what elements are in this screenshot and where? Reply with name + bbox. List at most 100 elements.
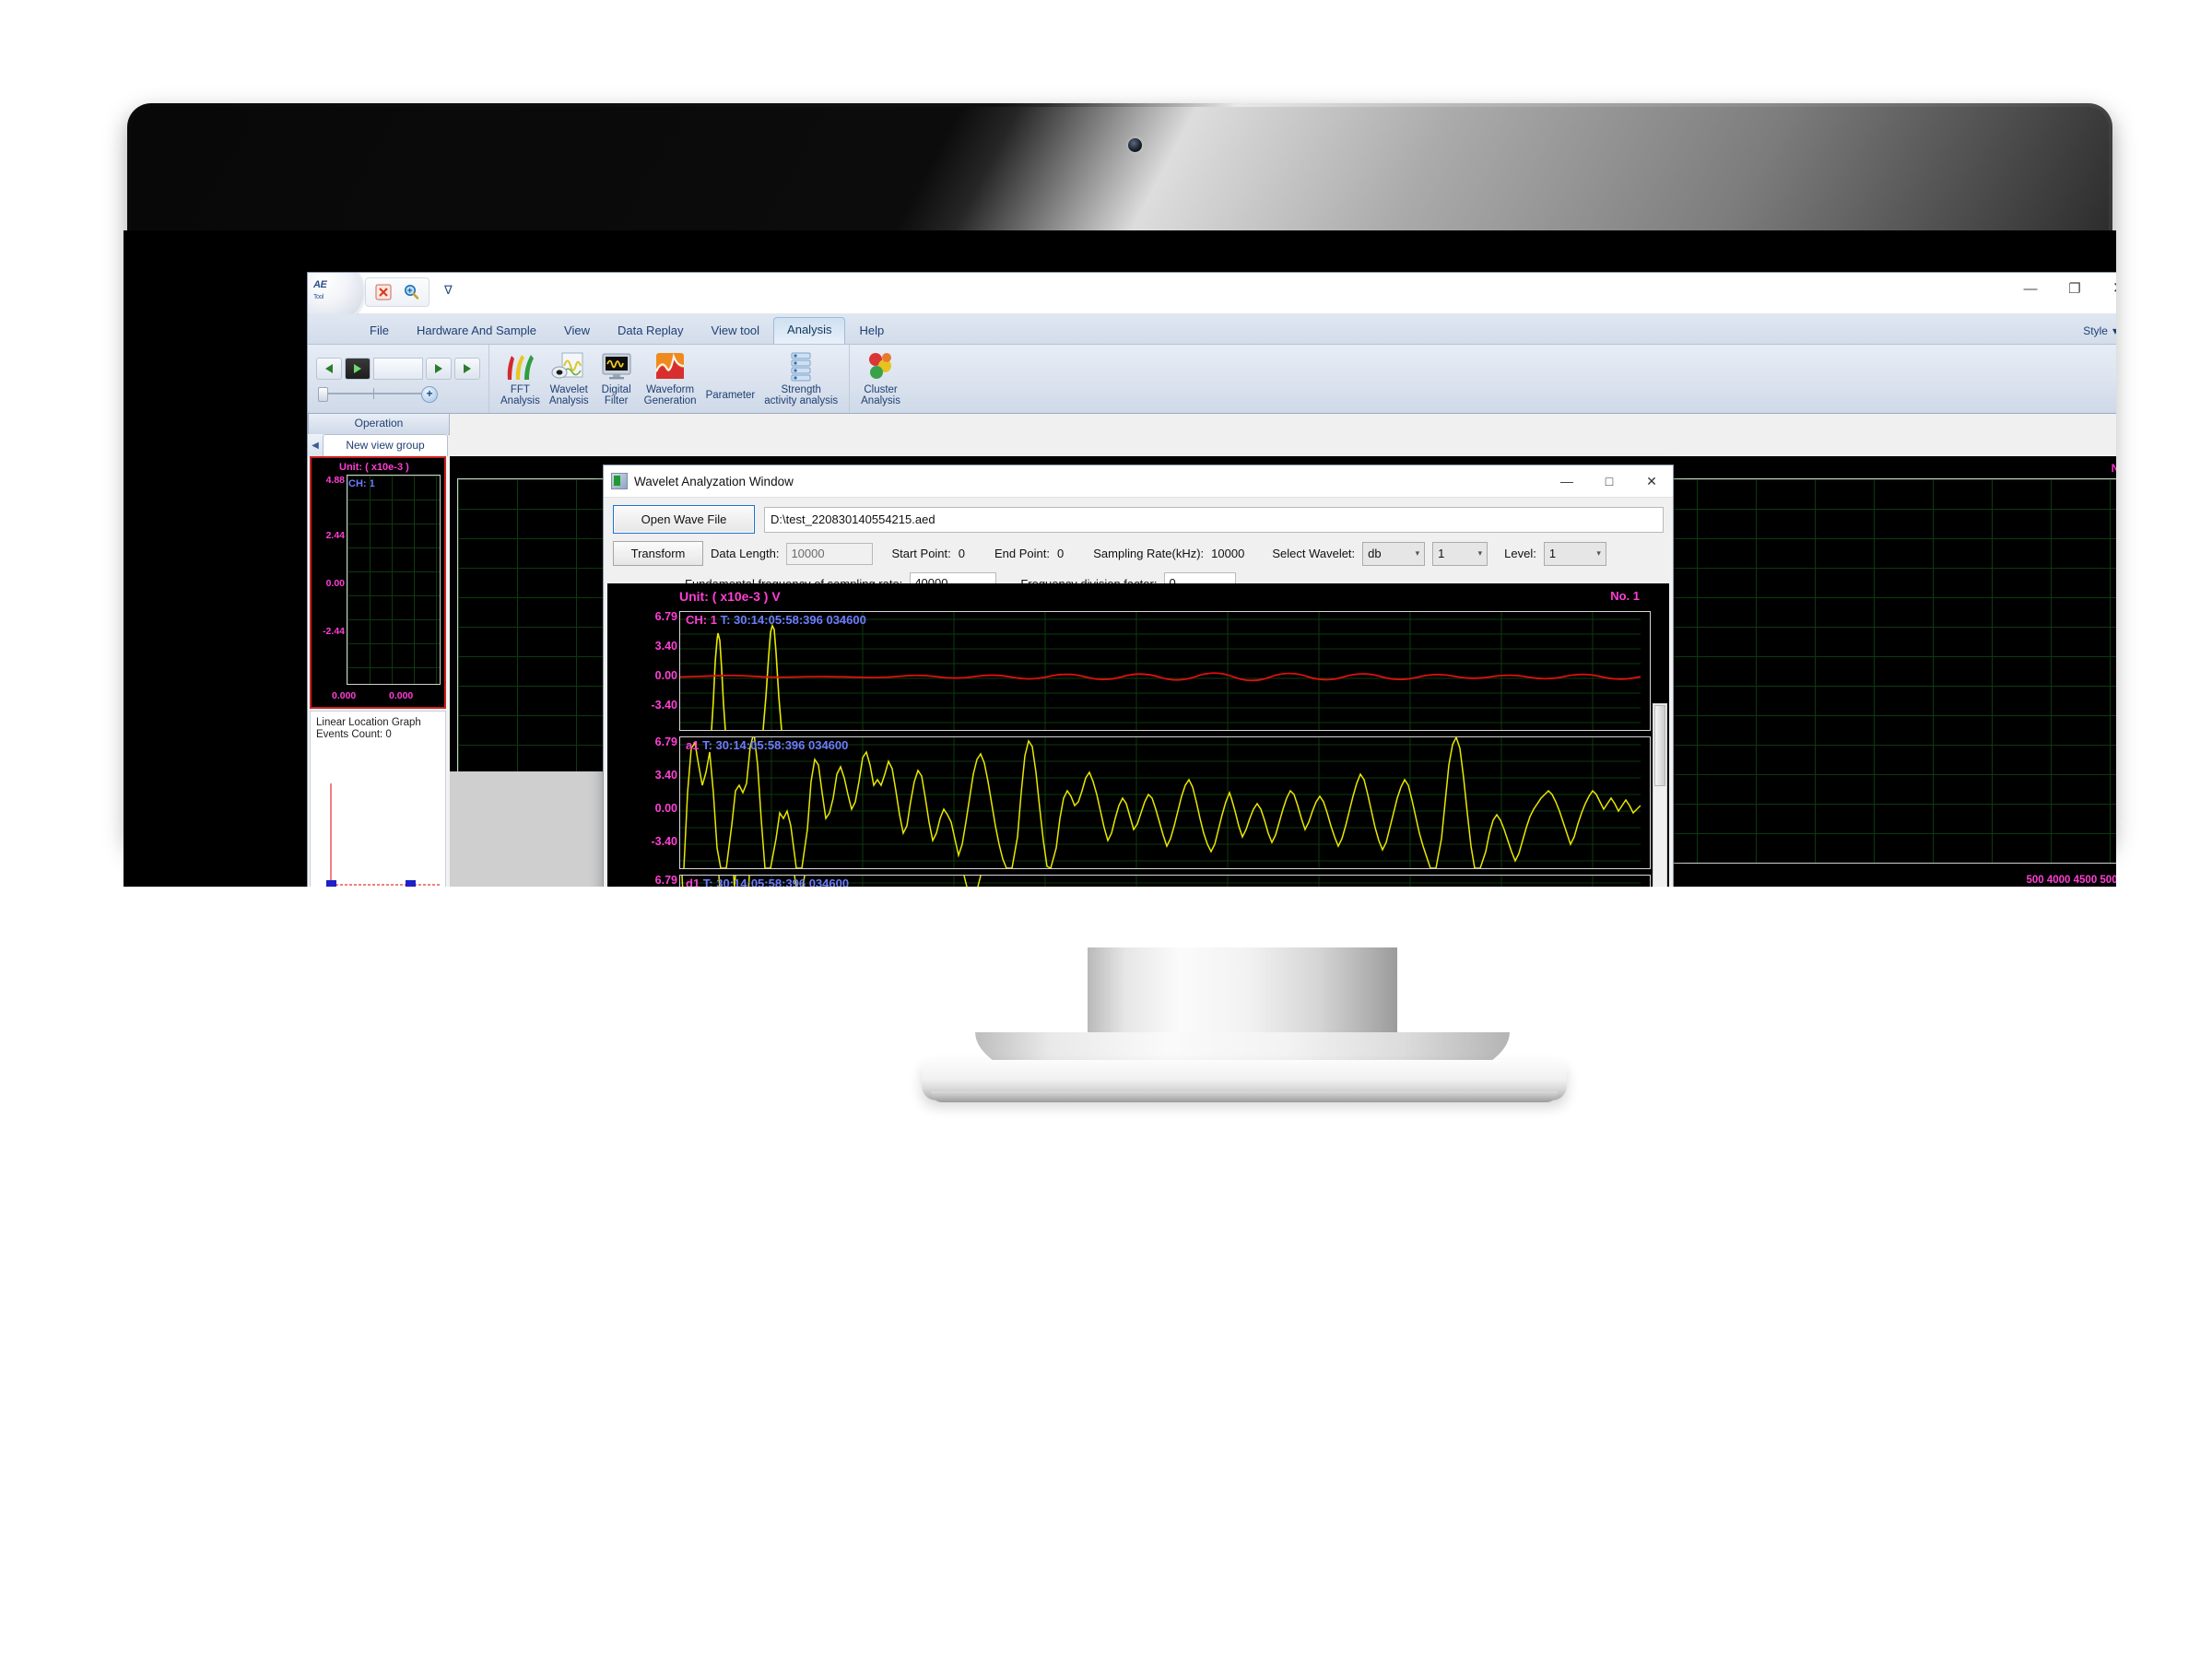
select-wavelet-label: Select Wavelet: xyxy=(1272,547,1356,560)
slider-plus-icon[interactable]: + xyxy=(421,385,438,403)
menubar: File Hardware And Sample View Data Repla… xyxy=(308,314,2116,345)
slider-knob[interactable] xyxy=(318,386,328,402)
file-path-field[interactable]: D:\test_220830140554215.aed xyxy=(764,506,1664,533)
menu-help[interactable]: Help xyxy=(845,318,898,344)
level-label: Level: xyxy=(1504,547,1536,560)
open-wave-file-button[interactable]: Open Wave File xyxy=(613,505,755,534)
data-length-input[interactable]: 10000 xyxy=(786,542,874,565)
tab-scroll-left-icon[interactable]: ◀ xyxy=(308,441,323,451)
wavelet-family-value: db xyxy=(1368,547,1382,560)
app-logo-text: AE Tool xyxy=(313,280,352,306)
left-chart-ytick-2: 0.00 xyxy=(325,578,345,589)
tool-waveform-generation[interactable]: Waveform Generation xyxy=(640,349,701,408)
app-titlebar: AE Tool ∇ — ❐ ✕ xyxy=(308,273,2116,324)
play-next-icon[interactable] xyxy=(454,357,480,380)
dialog-body: Open Wave File D:\test_220830140554215.a… xyxy=(604,498,1673,594)
panel-signal-plot xyxy=(680,612,1641,730)
panel-a1[interactable]: a1 T: 30:14:05:58:396 034600 xyxy=(679,736,1651,869)
transform-button[interactable]: Transform xyxy=(613,541,703,566)
ytick-signal-0: 6.79 xyxy=(654,610,677,623)
tool-digital-filter[interactable]: Digital Filter xyxy=(594,349,640,408)
plot-scrollbar-thumb[interactable] xyxy=(1654,705,1665,786)
transform-row: Transform Data Length: 10000 Start Point… xyxy=(613,541,1664,566)
tool-parameter[interactable]: Parameter xyxy=(701,355,760,403)
menu-view[interactable]: View xyxy=(550,318,604,344)
ytick-a1-1: 3.40 xyxy=(654,769,677,782)
tool-waveform-label-1: Waveform xyxy=(646,384,695,395)
close-button[interactable]: ✕ xyxy=(2098,275,2116,302)
tool-wavelet-analysis[interactable]: Wavelet Analysis xyxy=(545,349,594,408)
menu-data-replay[interactable]: Data Replay xyxy=(604,318,698,344)
tool-fft-label-2: Analysis xyxy=(500,395,540,406)
ytick-signal-3: -3.40 xyxy=(651,699,678,712)
level-select[interactable]: 1 ▾ xyxy=(1543,541,1606,566)
menu-analysis[interactable]: Analysis xyxy=(773,317,846,344)
panel-a1-time: T: 30:14:05:58:396 034600 xyxy=(702,738,849,752)
quick-access-toolbar xyxy=(365,277,429,307)
ytick-a1-3: -3.40 xyxy=(651,835,678,848)
chevron-down-icon[interactable]: ▾ xyxy=(2112,324,2116,337)
panel-d1-label: d1 T: 30:14:05:58:396 034600 xyxy=(686,877,849,887)
menu-view-tool[interactable]: View tool xyxy=(698,318,774,344)
sampling-rate-value: 10000 xyxy=(1211,547,1245,560)
dialog-title-text: Wavelet Analyzation Window xyxy=(634,474,794,488)
menu-file[interactable]: File xyxy=(356,318,403,344)
ribbon-group-cluster: Cluster Analysis xyxy=(850,345,912,413)
panel-signal-label: CH: 1 T: 30:14:05:58:396 034600 xyxy=(686,613,866,627)
linear-location-graph[interactable]: Linear Location Graph Events Count: 0 1 … xyxy=(310,711,446,887)
tool-cluster-analysis[interactable]: Cluster Analysis xyxy=(856,349,905,408)
menu-hardware-and-sample[interactable]: Hardware And Sample xyxy=(403,318,550,344)
tool-digital-label-2: Filter xyxy=(604,395,629,406)
panel-signal[interactable]: CH: 1 T: 30:14:05:58:396 034600 xyxy=(679,611,1651,731)
play-forward-icon[interactable] xyxy=(426,357,452,380)
left-chart-unit: Unit: ( x10e-3 ) xyxy=(339,462,409,473)
menubar-right: Style ▾ ? xyxy=(2083,323,2116,338)
llg-plot xyxy=(326,783,441,887)
panel-d1-time: T: 30:14:05:58:396 034600 xyxy=(702,877,850,887)
close-red-icon[interactable] xyxy=(371,280,395,304)
ytick-a1-2: 0.00 xyxy=(654,802,677,815)
chevron-down-icon: ▾ xyxy=(1477,548,1483,558)
wavelet-order-select[interactable]: 1 ▾ xyxy=(1432,541,1488,566)
play-back-icon[interactable] xyxy=(316,357,342,380)
qat-dropdown-icon[interactable]: ∇ xyxy=(444,283,453,298)
ytick-lane-signal: 6.79 3.40 0.00 -3.40 xyxy=(607,610,678,731)
panel-d1[interactable]: d1 T: 30:14:05:58:396 034600 xyxy=(679,875,1651,887)
panel-signal-time: T: 30:14:05:58:396 034600 xyxy=(720,613,866,627)
style-label[interactable]: Style xyxy=(2083,324,2108,337)
end-point-value: 0 xyxy=(1057,547,1065,560)
ytick-signal-1: 3.40 xyxy=(654,640,677,653)
minimize-button[interactable]: — xyxy=(2009,275,2052,302)
tool-fft-analysis[interactable]: FFT Analysis xyxy=(496,349,545,408)
wavelet-family-select[interactable]: db ▾ xyxy=(1362,541,1426,566)
play-dark-icon[interactable] xyxy=(345,357,371,380)
dialog-close-button[interactable]: ✕ xyxy=(1630,465,1673,497)
speed-slider[interactable]: + xyxy=(316,385,438,403)
channel-chart[interactable]: Unit: ( x10e-3 ) CH: 1 4.88 2.44 0.00 -2… xyxy=(310,456,446,709)
dialog-maximize-button[interactable]: □ xyxy=(1588,465,1630,497)
cluster-analysis-icon xyxy=(863,351,900,382)
level-value: 1 xyxy=(1548,547,1557,560)
panel-a1-plot xyxy=(680,737,1641,868)
ytick-lane-d1: 6.79 3.40 0.00 -3.40 xyxy=(607,874,677,887)
file-row: Open Wave File D:\test_220830140554215.a… xyxy=(613,505,1664,534)
maximize-button[interactable]: ❐ xyxy=(2053,275,2096,302)
tool-waveform-label-2: Generation xyxy=(643,395,697,406)
chevron-down-icon: ▾ xyxy=(1415,548,1420,558)
panel-a1-label: a1 T: 30:14:05:58:396 034600 xyxy=(686,738,848,752)
chevron-down-icon: ▾ xyxy=(1596,548,1601,558)
left-chart-grid xyxy=(347,475,441,685)
plot-unit-label: Unit: ( x10e-3 ) V xyxy=(679,589,781,604)
parameter-icon xyxy=(712,357,748,388)
waveform-generation-icon xyxy=(652,351,688,382)
panel-d1-name: d1 xyxy=(686,877,700,887)
plot-vertical-scrollbar[interactable] xyxy=(1653,703,1667,887)
wavelet-plot-area[interactable]: Unit: ( x10e-3 ) V No. 1 6.79 3.40 0.00 … xyxy=(607,583,1669,887)
tool-strength-activity[interactable]: Strength activity analysis xyxy=(759,349,842,408)
tab-new-view-group[interactable]: New view group xyxy=(323,434,448,456)
dialog-minimize-button[interactable]: — xyxy=(1546,465,1588,497)
ytick-lane-a1: 6.79 3.40 0.00 -3.40 xyxy=(607,735,678,869)
zoom-search-icon[interactable] xyxy=(399,280,423,304)
logo-main: AE xyxy=(313,279,327,290)
ytick-signal-2: 0.00 xyxy=(654,669,677,682)
